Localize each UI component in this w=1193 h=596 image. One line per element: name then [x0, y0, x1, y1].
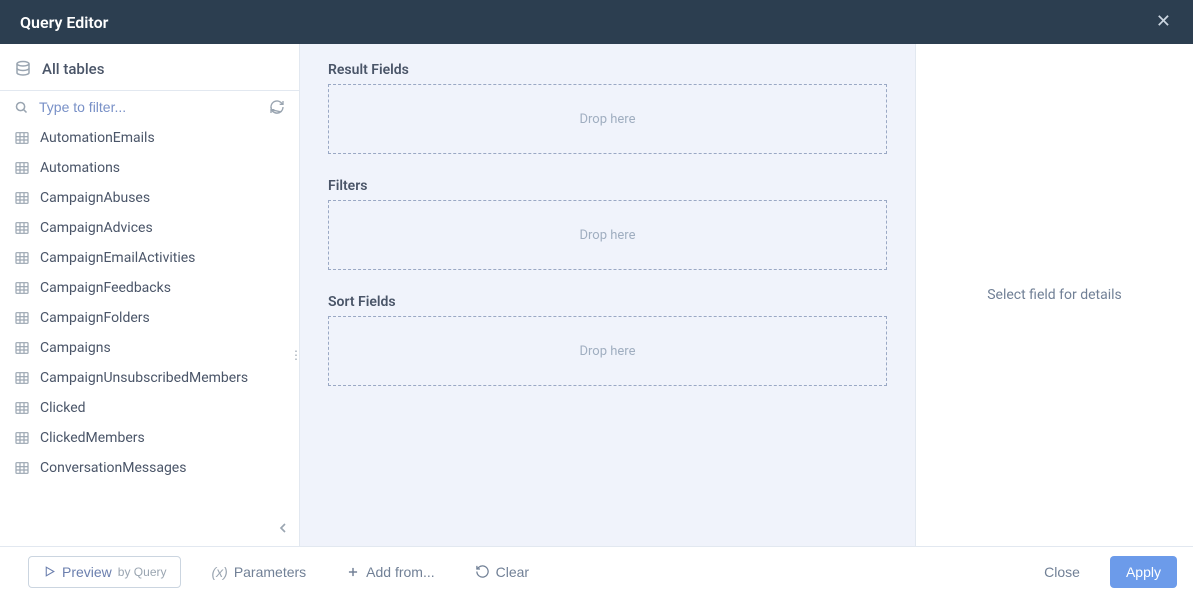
table-name: CampaignFolders — [40, 310, 150, 326]
sidebar-header: All tables — [0, 44, 299, 91]
chevron-left-icon[interactable] — [275, 520, 291, 536]
add-from-button[interactable]: Add from... — [336, 558, 444, 586]
filters-dropzone[interactable]: Drop here — [328, 200, 887, 270]
undo-icon — [475, 564, 490, 579]
table-icon — [14, 190, 30, 206]
table-icon — [14, 310, 30, 326]
sidebar: All tables AutomationEmails Automations Ca… — [0, 44, 300, 546]
filter-input[interactable] — [39, 99, 259, 115]
table-item[interactable]: CampaignAbuses — [0, 183, 299, 213]
body: All tables AutomationEmails Automations Ca… — [0, 44, 1193, 546]
table-icon — [14, 430, 30, 446]
table-name: CampaignAbuses — [40, 190, 150, 206]
add-from-label: Add from... — [366, 564, 434, 580]
table-icon — [14, 460, 30, 476]
table-item[interactable]: CampaignFeedbacks — [0, 273, 299, 303]
sidebar-title: All tables — [42, 60, 104, 78]
close-icon[interactable]: ✕ — [1150, 9, 1177, 35]
details-panel: Select field for details — [915, 44, 1193, 546]
dropzone-placeholder: Drop here — [580, 344, 636, 359]
table-item[interactable]: CampaignFolders — [0, 303, 299, 333]
table-name: Automations — [40, 160, 120, 176]
table-name: ClickedMembers — [40, 430, 145, 446]
table-item[interactable]: AutomationEmails — [0, 123, 299, 153]
dropzone-placeholder: Drop here — [580, 112, 636, 127]
parameters-button[interactable]: (x) Parameters — [201, 558, 316, 586]
table-icon — [14, 130, 30, 146]
preview-sub: by Query — [118, 565, 167, 579]
table-name: CampaignUnsubscribedMembers — [40, 370, 248, 386]
search-icon — [14, 100, 29, 115]
parameters-label: Parameters — [234, 564, 306, 580]
clear-button[interactable]: Clear — [465, 558, 539, 586]
play-icon — [43, 565, 56, 578]
table-name: Clicked — [40, 400, 86, 416]
table-item[interactable]: CampaignUnsubscribedMembers — [0, 363, 299, 393]
plus-icon — [346, 565, 360, 579]
apply-label: Apply — [1126, 564, 1161, 580]
table-item[interactable]: CampaignAdvices — [0, 213, 299, 243]
filter-row — [0, 91, 299, 123]
sort-fields-label: Sort Fields — [328, 294, 887, 310]
table-item[interactable]: ClickedMembers — [0, 423, 299, 453]
close-label: Close — [1044, 564, 1080, 580]
table-name: Campaigns — [40, 340, 111, 356]
table-item[interactable]: Automations — [0, 153, 299, 183]
preview-label: Preview — [62, 564, 112, 580]
header: Query Editor ✕ — [0, 0, 1193, 44]
table-icon — [14, 160, 30, 176]
result-fields-dropzone[interactable]: Drop here — [328, 84, 887, 154]
filters-label: Filters — [328, 178, 887, 194]
table-icon — [14, 340, 30, 356]
table-icon — [14, 280, 30, 296]
result-fields-label: Result Fields — [328, 62, 887, 78]
table-icon — [14, 370, 30, 386]
center-panel: Result Fields Drop here Filters Drop her… — [300, 44, 915, 546]
table-item[interactable]: ConversationMessages — [0, 453, 299, 483]
refresh-icon[interactable] — [269, 99, 285, 115]
parameters-icon: (x) — [211, 564, 227, 580]
table-icon — [14, 400, 30, 416]
table-item[interactable]: CampaignEmailActivities — [0, 243, 299, 273]
resize-handle[interactable]: ⋮ — [290, 354, 303, 357]
table-name: AutomationEmails — [40, 130, 155, 146]
table-name: CampaignFeedbacks — [40, 280, 171, 296]
header-title: Query Editor — [20, 13, 108, 32]
table-icon — [14, 220, 30, 236]
database-icon — [14, 60, 32, 78]
table-name: ConversationMessages — [40, 460, 186, 476]
sort-fields-dropzone[interactable]: Drop here — [328, 316, 887, 386]
details-placeholder: Select field for details — [987, 287, 1122, 303]
table-list: AutomationEmails Automations CampaignAbuse… — [0, 123, 299, 546]
preview-button[interactable]: Preview by Query — [28, 556, 181, 588]
dropzone-placeholder: Drop here — [580, 228, 636, 243]
footer: Preview by Query (x) Parameters Add from… — [0, 546, 1193, 596]
apply-button[interactable]: Apply — [1110, 556, 1177, 588]
table-icon — [14, 250, 30, 266]
close-button[interactable]: Close — [1034, 558, 1090, 586]
clear-label: Clear — [496, 564, 529, 580]
table-name: CampaignEmailActivities — [40, 250, 195, 266]
table-name: CampaignAdvices — [40, 220, 153, 236]
table-item[interactable]: Campaigns — [0, 333, 299, 363]
table-item[interactable]: Clicked — [0, 393, 299, 423]
